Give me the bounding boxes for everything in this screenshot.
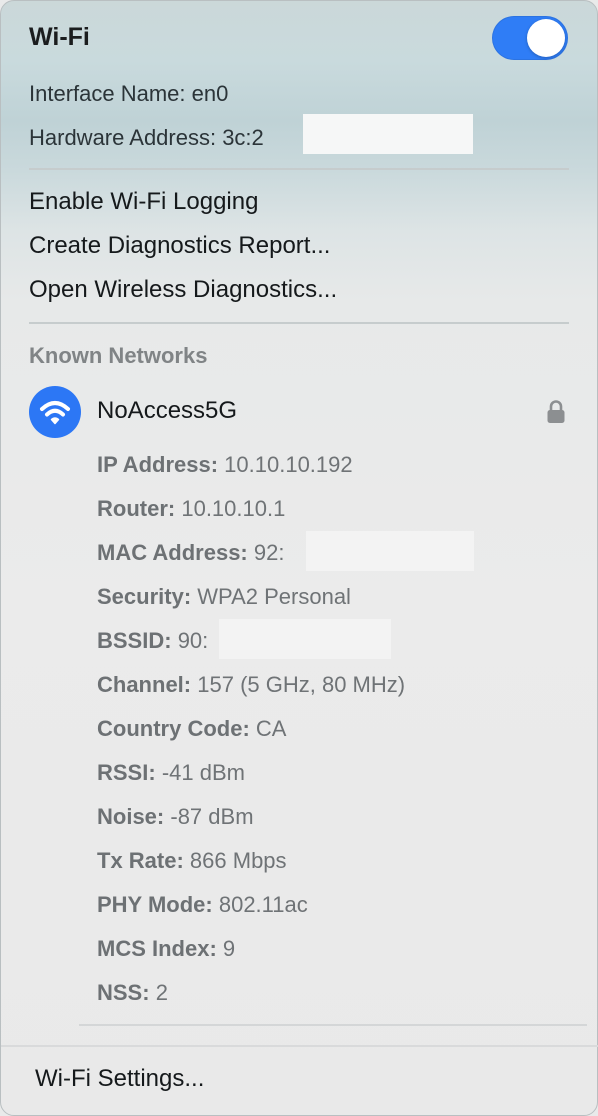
- detail-value: 92:: [253, 540, 285, 565]
- detail-noise: Noise: -87 dBm: [97, 804, 254, 830]
- redaction-box: [219, 619, 391, 659]
- detail-channel: Channel: 157 (5 GHz, 80 MHz): [97, 672, 405, 698]
- separator: [79, 1024, 587, 1026]
- separator: [29, 168, 569, 170]
- wifi-title: Wi-Fi: [29, 23, 90, 51]
- detail-key: Noise:: [97, 804, 165, 829]
- wifi-menu-panel: Wi-Fi Interface Name: en0 Hardware Addre…: [0, 0, 598, 1116]
- detail-value: -41 dBm: [161, 760, 245, 785]
- interface-name: Interface Name: en0: [29, 81, 229, 106]
- detail-key: IP Address:: [97, 452, 219, 477]
- detail-key: Channel:: [97, 672, 192, 697]
- create-diagnostics-report-item[interactable]: Create Diagnostics Report...: [29, 232, 330, 260]
- wifi-icon[interactable]: [29, 386, 81, 438]
- detail-nss: NSS: 2: [97, 980, 168, 1006]
- detail-key: Security:: [97, 584, 192, 609]
- detail-key: PHY Mode:: [97, 892, 213, 917]
- detail-value: 10.10.10.192: [224, 452, 353, 477]
- enable-wifi-logging-item[interactable]: Enable Wi-Fi Logging: [29, 188, 258, 216]
- wifi-toggle[interactable]: [492, 16, 568, 60]
- detail-value: 9: [222, 936, 236, 961]
- detail-tx-rate: Tx Rate: 866 Mbps: [97, 848, 287, 874]
- detail-key: MCS Index:: [97, 936, 217, 961]
- detail-key: BSSID:: [97, 628, 172, 653]
- detail-value: 2: [155, 980, 168, 1005]
- detail-key: RSSI:: [97, 760, 156, 785]
- detail-value: WPA2 Personal: [197, 584, 351, 609]
- lock-icon: [545, 399, 567, 425]
- separator: [29, 322, 569, 324]
- hardware-address: Hardware Address: 3c:2: [29, 125, 264, 150]
- detail-ip-address: IP Address: 10.10.10.192: [97, 452, 353, 478]
- detail-phy-mode: PHY Mode: 802.11ac: [97, 892, 308, 918]
- detail-value: -87 dBm: [170, 804, 254, 829]
- detail-mac-address: MAC Address: 92:: [97, 540, 284, 566]
- detail-value: 802.11ac: [218, 892, 308, 917]
- detail-bssid: BSSID: 90:: [97, 628, 208, 654]
- toggle-knob: [527, 19, 565, 57]
- detail-country-code: Country Code: CA: [97, 716, 286, 742]
- detail-rssi: RSSI: -41 dBm: [97, 760, 245, 786]
- detail-value: 866 Mbps: [189, 848, 287, 873]
- detail-key: NSS:: [97, 980, 150, 1005]
- wifi-settings-item[interactable]: Wi-Fi Settings...: [35, 1065, 204, 1093]
- redaction-box: [306, 531, 474, 571]
- detail-mcs-index: MCS Index: 9: [97, 936, 235, 962]
- detail-key: Tx Rate:: [97, 848, 184, 873]
- detail-value: CA: [255, 716, 287, 741]
- detail-key: MAC Address:: [97, 540, 248, 565]
- detail-key: Router:: [97, 496, 176, 521]
- separator: [1, 1045, 598, 1047]
- detail-value: 10.10.10.1: [181, 496, 286, 521]
- detail-value: 157 (5 GHz, 80 MHz): [197, 672, 406, 697]
- detail-security: Security: WPA2 Personal: [97, 584, 351, 610]
- detail-key: Country Code:: [97, 716, 250, 741]
- redaction-box: [303, 114, 473, 154]
- open-wireless-diagnostics-item[interactable]: Open Wireless Diagnostics...: [29, 276, 337, 304]
- detail-router: Router: 10.10.10.1: [97, 496, 285, 522]
- network-name[interactable]: NoAccess5G: [97, 397, 237, 425]
- known-networks-heading: Known Networks: [29, 343, 208, 368]
- detail-value: 90:: [177, 628, 209, 653]
